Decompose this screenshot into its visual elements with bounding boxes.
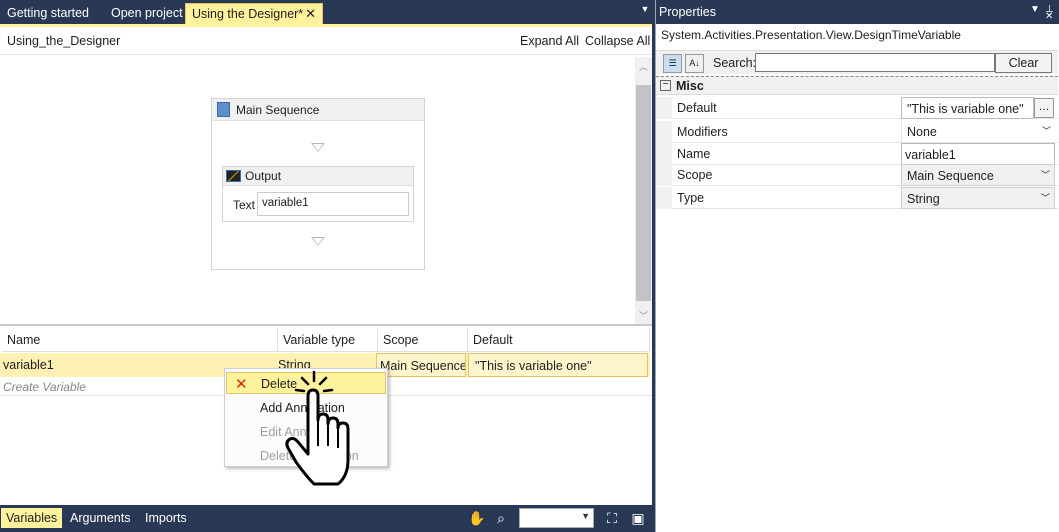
main-sequence-activity[interactable]: Main Sequence Output Text variable1 (211, 98, 425, 270)
chevron-down-icon: ▼ (581, 511, 590, 521)
categorized-icon[interactable]: ☰ (663, 54, 682, 73)
row-gutter (656, 187, 672, 209)
property-row-scope[interactable]: Scope Main Sequence ﹀ (656, 164, 1058, 186)
properties-toolbar: ☰ A↓ Search: Clear (656, 50, 1058, 74)
clear-button[interactable]: Clear (995, 53, 1052, 73)
category-label: Misc (676, 79, 704, 93)
property-name: Scope (677, 168, 713, 182)
close-icon[interactable]: ✕ (305, 4, 316, 24)
sequence-icon (217, 102, 230, 117)
property-name: Name (677, 147, 711, 161)
property-value[interactable]: Main Sequence ﹀ (901, 164, 1055, 186)
property-name: Modifiers (677, 125, 728, 139)
column-header-default[interactable]: Default (468, 328, 650, 352)
chevron-down-icon[interactable]: ﹀ (1041, 191, 1050, 204)
ellipsis-button[interactable]: … (1034, 98, 1054, 118)
column-header-name[interactable]: Name (2, 328, 278, 352)
sequence-header: Main Sequence (212, 99, 424, 121)
scroll-up-arrow-icon[interactable]: ︿ (635, 60, 652, 74)
tab-arguments[interactable]: Arguments (65, 508, 135, 528)
collapse-icon[interactable]: − (660, 80, 671, 91)
zoom-search-icon[interactable]: ⌕ (491, 508, 511, 528)
drop-point-arrow-icon[interactable] (311, 237, 325, 246)
designer-vertical-scrollbar[interactable]: ︿ ﹀ (635, 57, 652, 325)
breadcrumb[interactable]: Using_the_Designer (7, 34, 120, 48)
chevron-down-icon[interactable]: ﹀ (1042, 124, 1051, 137)
text-label: Text (233, 198, 256, 212)
text-input[interactable]: variable1 (257, 192, 409, 216)
output-icon (226, 170, 241, 182)
properties-header: Properties ▼ ⊥ ✕ (656, 0, 1059, 24)
create-variable-row[interactable]: Create Variable (3, 380, 86, 394)
search-label: Search: (713, 56, 757, 70)
column-header-scope[interactable]: Scope (378, 328, 468, 352)
overview-icon[interactable]: ▣ (628, 508, 648, 528)
property-name: Type (677, 191, 705, 205)
workflow-designer: Using_the_Designer Expand All Collapse A… (0, 24, 652, 325)
scroll-down-arrow-icon[interactable]: ﹀ (635, 309, 652, 323)
chevron-down-icon[interactable]: ﹀ (1041, 168, 1050, 181)
fit-screen-icon[interactable]: ⛶ (602, 508, 622, 528)
dropdown-menu-icon[interactable]: ▼ (1030, 4, 1040, 15)
tab-using-the-designer[interactable]: Using the Designer* ✕ (185, 3, 324, 24)
collapse-all-link[interactable]: Collapse All (585, 34, 650, 48)
category-misc[interactable]: − Misc (656, 76, 1058, 95)
property-value[interactable]: String ﹀ (901, 187, 1055, 209)
tab-variables[interactable]: Variables (1, 508, 63, 528)
scrollbar-thumb[interactable] (636, 85, 651, 301)
property-value[interactable]: "This is variable one" (901, 97, 1034, 119)
tab-open-project[interactable]: Open project (105, 3, 189, 24)
row-gutter (656, 143, 672, 165)
property-value[interactable]: None ﹀ (901, 121, 1055, 143)
properties-panel: Properties ▼ ⊥ ✕ System.Activities.Prese… (655, 0, 1059, 532)
sequence-title: Main Sequence (236, 103, 320, 117)
property-value[interactable]: variable1 (901, 143, 1055, 165)
properties-title: Properties (659, 5, 716, 19)
drop-point-arrow-icon[interactable] (311, 143, 325, 152)
property-row-type[interactable]: Type String ﹀ (656, 187, 1058, 209)
designer-header: Using_the_Designer Expand All Collapse A… (0, 27, 652, 55)
expand-all-link[interactable]: Expand All (520, 34, 579, 48)
hand-pointer-cursor-icon (285, 370, 350, 486)
dropdown-menu-icon[interactable]: ▼ (639, 4, 651, 18)
row-gutter (656, 121, 672, 143)
tab-getting-started[interactable]: Getting started (1, 3, 95, 24)
property-name: Default (677, 101, 717, 115)
output-header: Output (223, 167, 413, 186)
pan-hand-icon[interactable]: ✋ (467, 508, 487, 528)
property-row-name[interactable]: Name variable1 (656, 143, 1058, 165)
tab-imports[interactable]: Imports (140, 508, 192, 528)
designer-bottom-bar: Variables Arguments Imports ✋ ⌕ ▼ ⛶ ▣ (0, 505, 652, 532)
row-gutter (656, 97, 672, 119)
search-input[interactable] (755, 53, 995, 72)
column-header-variable-type[interactable]: Variable type (278, 328, 378, 352)
cell-scope[interactable]: Main Sequence (376, 353, 466, 377)
close-icon[interactable]: ✕ (1045, 11, 1053, 22)
delete-icon: ✕ (235, 376, 248, 393)
selected-object-type: System.Activities.Presentation.View.Desi… (661, 28, 961, 42)
document-tab-strip: Getting started Open project Using the D… (0, 0, 655, 24)
zoom-dropdown[interactable]: ▼ (519, 508, 594, 528)
output-activity[interactable]: Output Text variable1 (222, 166, 414, 222)
property-row-modifiers[interactable]: Modifiers None ﹀ (656, 121, 1058, 143)
output-title: Output (245, 169, 282, 183)
alphabetical-icon[interactable]: A↓ (685, 54, 704, 73)
row-gutter (656, 164, 672, 186)
cell-default[interactable]: "This is variable one" (468, 353, 648, 377)
property-row-default[interactable]: Default "This is variable one" (656, 97, 1058, 119)
